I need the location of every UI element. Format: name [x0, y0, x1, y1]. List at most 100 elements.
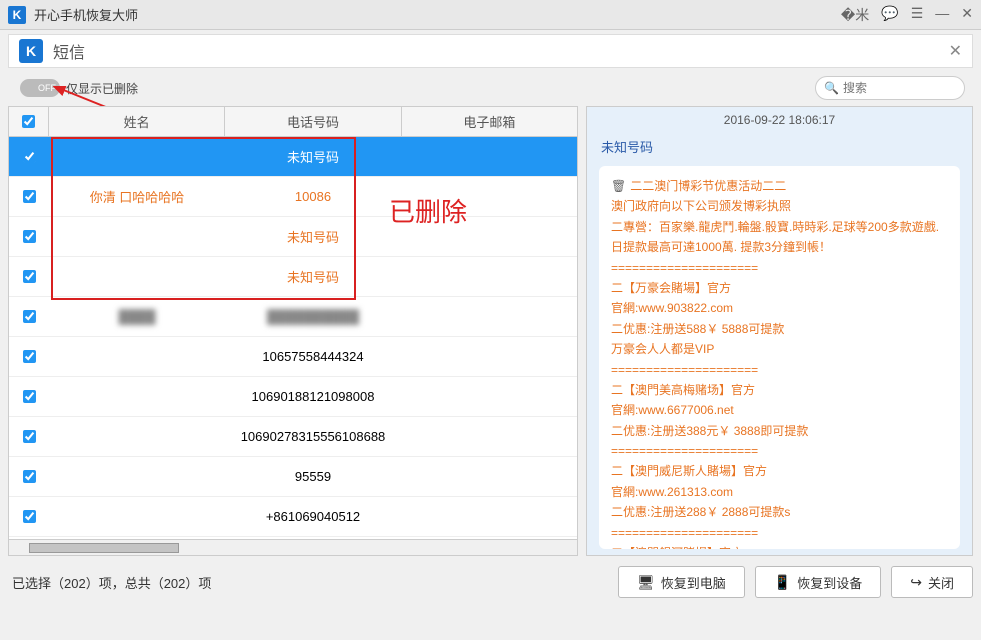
row-checkbox[interactable] [23, 150, 36, 163]
cell-phone: 95559 [225, 469, 401, 484]
row-check-cell [9, 510, 49, 523]
content-area: 姓名 电话号码 电子邮箱 已删除 未知号码你清 口哈哈哈哈10086未知号码未知… [8, 106, 973, 556]
footer-bar: 已选择（202）项，总共（202）项 🖥 恢复到电脑 📱 恢复到设备 ↪ 关闭 [8, 564, 973, 600]
row-check-cell [9, 270, 49, 283]
select-all-cell[interactable] [9, 107, 49, 136]
row-check-cell [9, 190, 49, 203]
message-line: ===================== [611, 523, 948, 543]
recover-pc-label: 恢复到电脑 [661, 573, 726, 592]
message-line: 官網:www.261313.com [611, 482, 948, 502]
sub-title-bar: K 短信 ✕ [8, 34, 973, 68]
col-email[interactable]: 电子邮箱 [402, 107, 577, 136]
table-row[interactable]: 未知号码 [9, 257, 577, 297]
message-line: ===================== [611, 258, 948, 278]
cell-name: 你清 口哈哈哈哈 [49, 187, 225, 206]
toggle-label: 仅显示已删除 [66, 80, 138, 97]
table-row[interactable]: 未知号码 [9, 137, 577, 177]
message-line: ===================== [611, 441, 948, 461]
chat-icon[interactable]: 💬 [881, 5, 898, 25]
row-checkbox[interactable] [23, 350, 36, 363]
search-icon: 🔍 [824, 81, 839, 95]
cell-name: ████ [49, 309, 225, 324]
table-row[interactable]: 10690278315556108688 [9, 417, 577, 457]
app-logo-icon: K [8, 6, 26, 24]
close-button[interactable]: ↪ 关闭 [891, 566, 973, 598]
cell-phone: 未知号码 [225, 227, 401, 246]
row-check-cell [9, 430, 49, 443]
horizontal-scrollbar[interactable] [9, 539, 577, 555]
col-phone[interactable]: 电话号码 [225, 107, 401, 136]
message-line: ===================== [611, 360, 948, 380]
message-line: 二【澳門威尼斯人賭場】官方 [611, 461, 948, 481]
row-checkbox[interactable] [23, 310, 36, 323]
message-line: 二【澳門美高梅赌场】官方 [611, 380, 948, 400]
message-line: 官網:www.903822.com [611, 298, 948, 318]
cell-phone: 10690188121098008 [225, 389, 401, 404]
message-body: 🗑二二澳门博彩节优惠活动二二澳门政府向以下公司颁发博彩执照二專營：百家樂.龍虎鬥… [599, 166, 960, 549]
cell-phone: +861069040512 [225, 509, 401, 524]
table-row[interactable]: 你清 口哈哈哈哈10086 [9, 177, 577, 217]
trash-icon: 🗑 [611, 179, 626, 193]
message-line: 二优惠:注册送288￥ 2888可提款s [611, 502, 948, 522]
cell-phone: 未知号码 [225, 147, 401, 166]
minimize-icon[interactable]: — [935, 5, 949, 25]
column-header-row: 姓名 电话号码 电子邮箱 [9, 107, 577, 137]
cell-phone: 10690278315556108688 [225, 429, 401, 444]
toggle-off-text: OFF [38, 83, 56, 93]
window-buttons: �米 💬 ☰ — ✕ [841, 5, 973, 25]
row-checkbox[interactable] [23, 190, 36, 203]
row-check-cell [9, 310, 49, 323]
message-line: 万豪会人人都是VIP [611, 339, 948, 359]
search-box[interactable]: 🔍 [815, 76, 965, 100]
module-close-icon[interactable]: ✕ [949, 41, 962, 61]
title-bar: K 开心手机恢复大师 �米 💬 ☰ — ✕ [0, 0, 981, 30]
recover-to-pc-button[interactable]: 🖥 恢复到电脑 [618, 566, 745, 598]
col-name[interactable]: 姓名 [49, 107, 225, 136]
message-line: 二优惠:注册送388元￥ 3888即可提款 [611, 421, 948, 441]
pc-icon: 🖥 [637, 574, 655, 591]
table-row[interactable]: ██████████████ [9, 297, 577, 337]
module-title: 短信 [53, 39, 949, 63]
table-row[interactable]: 95559 [9, 457, 577, 497]
message-line: 🗑二二澳门博彩节优惠活动二二 [611, 176, 948, 196]
cell-phone: 10657558444324 [225, 349, 401, 364]
select-all-checkbox[interactable] [22, 115, 35, 128]
cell-phone: 10086 [225, 189, 401, 204]
row-checkbox[interactable] [23, 510, 36, 523]
table-row[interactable]: 未知号码 [9, 217, 577, 257]
row-check-cell [9, 350, 49, 363]
rows-container: 已删除 未知号码你清 口哈哈哈哈10086未知号码未知号码███████████… [9, 137, 577, 539]
table-row[interactable]: 10657558444324 [9, 337, 577, 377]
wechat-icon[interactable]: �米 [841, 5, 869, 25]
recover-to-device-button[interactable]: 📱 恢复到设备 [755, 566, 881, 598]
row-checkbox[interactable] [23, 430, 36, 443]
row-check-cell [9, 470, 49, 483]
app-title: 开心手机恢复大师 [34, 5, 841, 24]
recover-device-label: 恢复到设备 [797, 573, 862, 592]
message-preview-pane: 2016-09-22 18:06:17 未知号码 🗑二二澳门博彩节优惠活动二二澳… [586, 106, 973, 556]
module-logo-icon: K [19, 39, 43, 63]
row-checkbox[interactable] [23, 390, 36, 403]
row-checkbox[interactable] [23, 470, 36, 483]
row-check-cell [9, 150, 49, 163]
table-row[interactable]: 10690188121098008 [9, 377, 577, 417]
table-row[interactable]: +861069040512 [9, 497, 577, 537]
row-checkbox[interactable] [23, 270, 36, 283]
close-icon[interactable]: ✕ [961, 5, 973, 25]
close-label: 关闭 [928, 573, 954, 592]
row-checkbox[interactable] [23, 230, 36, 243]
exit-icon: ↪ [910, 574, 922, 591]
message-timestamp: 2016-09-22 18:06:17 [587, 107, 972, 133]
cell-phone: 未知号码 [225, 267, 401, 286]
row-check-cell [9, 230, 49, 243]
row-check-cell [9, 390, 49, 403]
message-sender: 未知号码 [587, 133, 972, 160]
deleted-only-toggle[interactable]: OFF [20, 79, 60, 97]
message-list-pane: 姓名 电话号码 电子邮箱 已删除 未知号码你清 口哈哈哈哈10086未知号码未知… [8, 106, 578, 556]
device-icon: 📱 [774, 574, 791, 591]
message-line: 二【澳門銀河賭場】官方 [611, 543, 948, 549]
search-input[interactable] [843, 81, 956, 95]
message-line: 澳门政府向以下公司颁发博彩执照 [611, 196, 948, 216]
scrollbar-thumb[interactable] [29, 543, 179, 553]
menu-icon[interactable]: ☰ [911, 5, 924, 25]
